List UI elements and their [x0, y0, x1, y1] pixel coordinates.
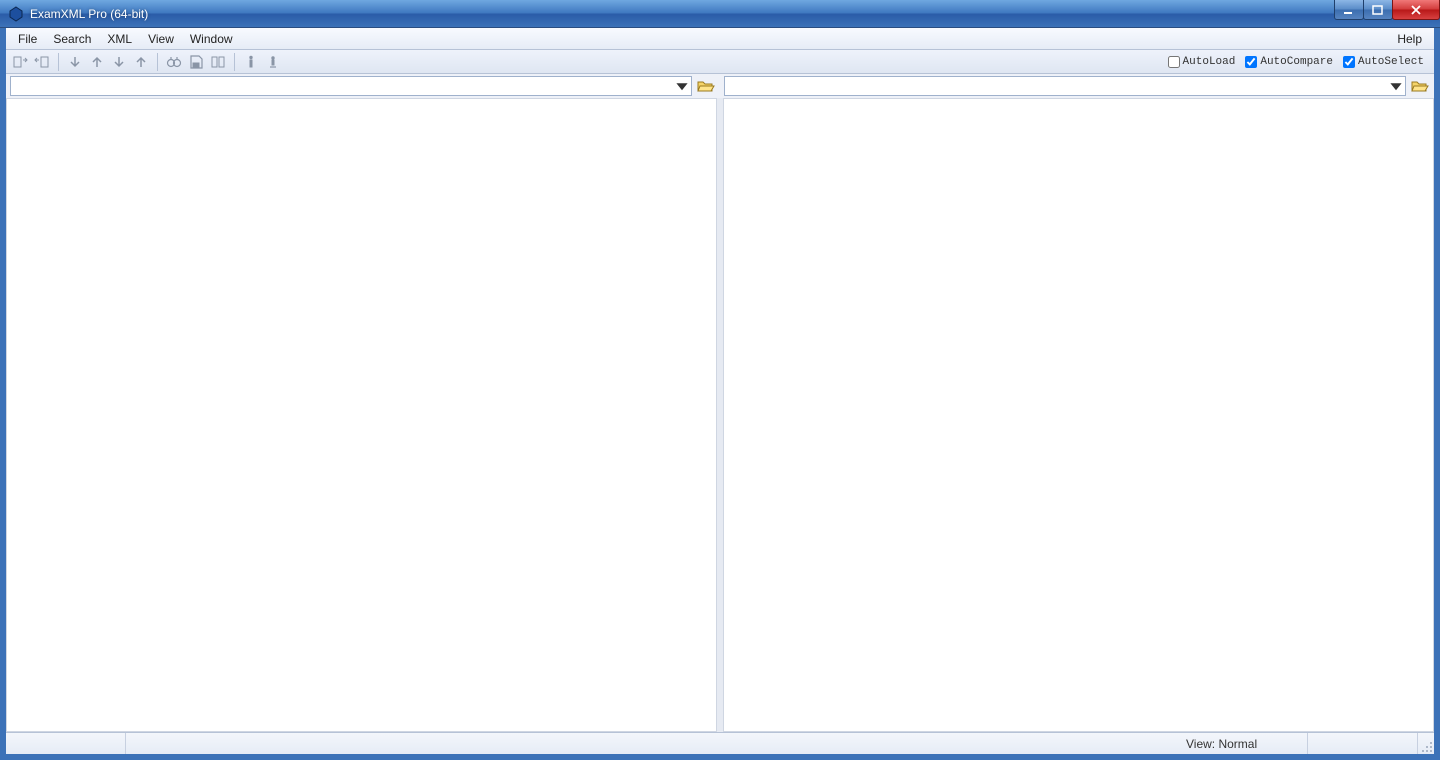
left-file-input[interactable]	[15, 79, 675, 93]
prev-diff-icon[interactable]	[87, 52, 107, 72]
menu-help[interactable]: Help	[1389, 30, 1430, 48]
chevron-down-icon[interactable]	[1389, 78, 1403, 94]
right-open-button[interactable]	[1410, 76, 1430, 96]
compare-icon[interactable]	[208, 52, 228, 72]
resize-grip-icon[interactable]	[1418, 733, 1434, 754]
close-button[interactable]	[1392, 0, 1440, 20]
next-diff-icon[interactable]	[65, 52, 85, 72]
status-view-label: View: Normal	[1186, 737, 1257, 751]
left-open-button[interactable]	[696, 76, 716, 96]
status-cell-2	[1308, 733, 1418, 754]
right-file-bar	[724, 76, 1430, 96]
file-bar-row	[6, 74, 1434, 98]
autocompare-checkbox[interactable]: AutoCompare	[1245, 56, 1333, 68]
autoload-label: AutoLoad	[1183, 56, 1236, 68]
minimize-button[interactable]	[1334, 0, 1364, 20]
autoload-checkbox[interactable]: AutoLoad	[1168, 56, 1236, 68]
next-diff2-icon[interactable]	[109, 52, 129, 72]
binoculars-icon[interactable]	[164, 52, 184, 72]
menu-bar: File Search XML View Window Help	[6, 28, 1434, 50]
window-title: ExamXML Pro (64-bit)	[30, 7, 148, 21]
autocompare-input[interactable]	[1245, 56, 1257, 68]
status-spacer	[126, 733, 1178, 754]
copy-right-icon[interactable]	[32, 52, 52, 72]
status-bar: View: Normal	[6, 732, 1434, 754]
left-pane[interactable]	[6, 98, 717, 732]
auto-options: AutoLoad AutoCompare AutoSelect	[1168, 56, 1430, 68]
toolbar-sep3	[234, 53, 235, 71]
autoload-input[interactable]	[1168, 56, 1180, 68]
right-pane[interactable]	[723, 98, 1434, 732]
app-window: ExamXML Pro (64-bit) File Search XML Vie…	[0, 0, 1440, 760]
left-file-bar	[10, 76, 716, 96]
app-icon	[8, 6, 24, 22]
toolbar-sep1	[58, 53, 59, 71]
panes	[6, 98, 1434, 732]
options-icon[interactable]	[263, 52, 283, 72]
window-buttons	[1335, 0, 1440, 20]
maximize-button[interactable]	[1363, 0, 1393, 20]
title-bar[interactable]: ExamXML Pro (64-bit)	[0, 0, 1440, 28]
status-view-mode: View: Normal	[1178, 733, 1308, 754]
prev-diff2-icon[interactable]	[131, 52, 151, 72]
right-file-input[interactable]	[729, 79, 1389, 93]
autocompare-label: AutoCompare	[1260, 56, 1333, 68]
info-icon[interactable]	[241, 52, 261, 72]
menu-search[interactable]: Search	[45, 30, 99, 48]
status-cell-1	[6, 733, 126, 754]
right-file-combo[interactable]	[724, 76, 1406, 96]
chevron-down-icon[interactable]	[675, 78, 689, 94]
toolbar-sep2	[157, 53, 158, 71]
menu-xml[interactable]: XML	[99, 30, 140, 48]
autoselect-label: AutoSelect	[1358, 56, 1424, 68]
menu-file[interactable]: File	[10, 30, 45, 48]
copy-left-icon[interactable]	[10, 52, 30, 72]
menu-window[interactable]: Window	[182, 30, 241, 48]
menu-view[interactable]: View	[140, 30, 182, 48]
client-area: File Search XML View Window Help	[0, 28, 1440, 760]
toolbar: AutoLoad AutoCompare AutoSelect	[6, 50, 1434, 74]
autoselect-input[interactable]	[1343, 56, 1355, 68]
left-file-combo[interactable]	[10, 76, 692, 96]
save-icon[interactable]	[186, 52, 206, 72]
autoselect-checkbox[interactable]: AutoSelect	[1343, 56, 1424, 68]
